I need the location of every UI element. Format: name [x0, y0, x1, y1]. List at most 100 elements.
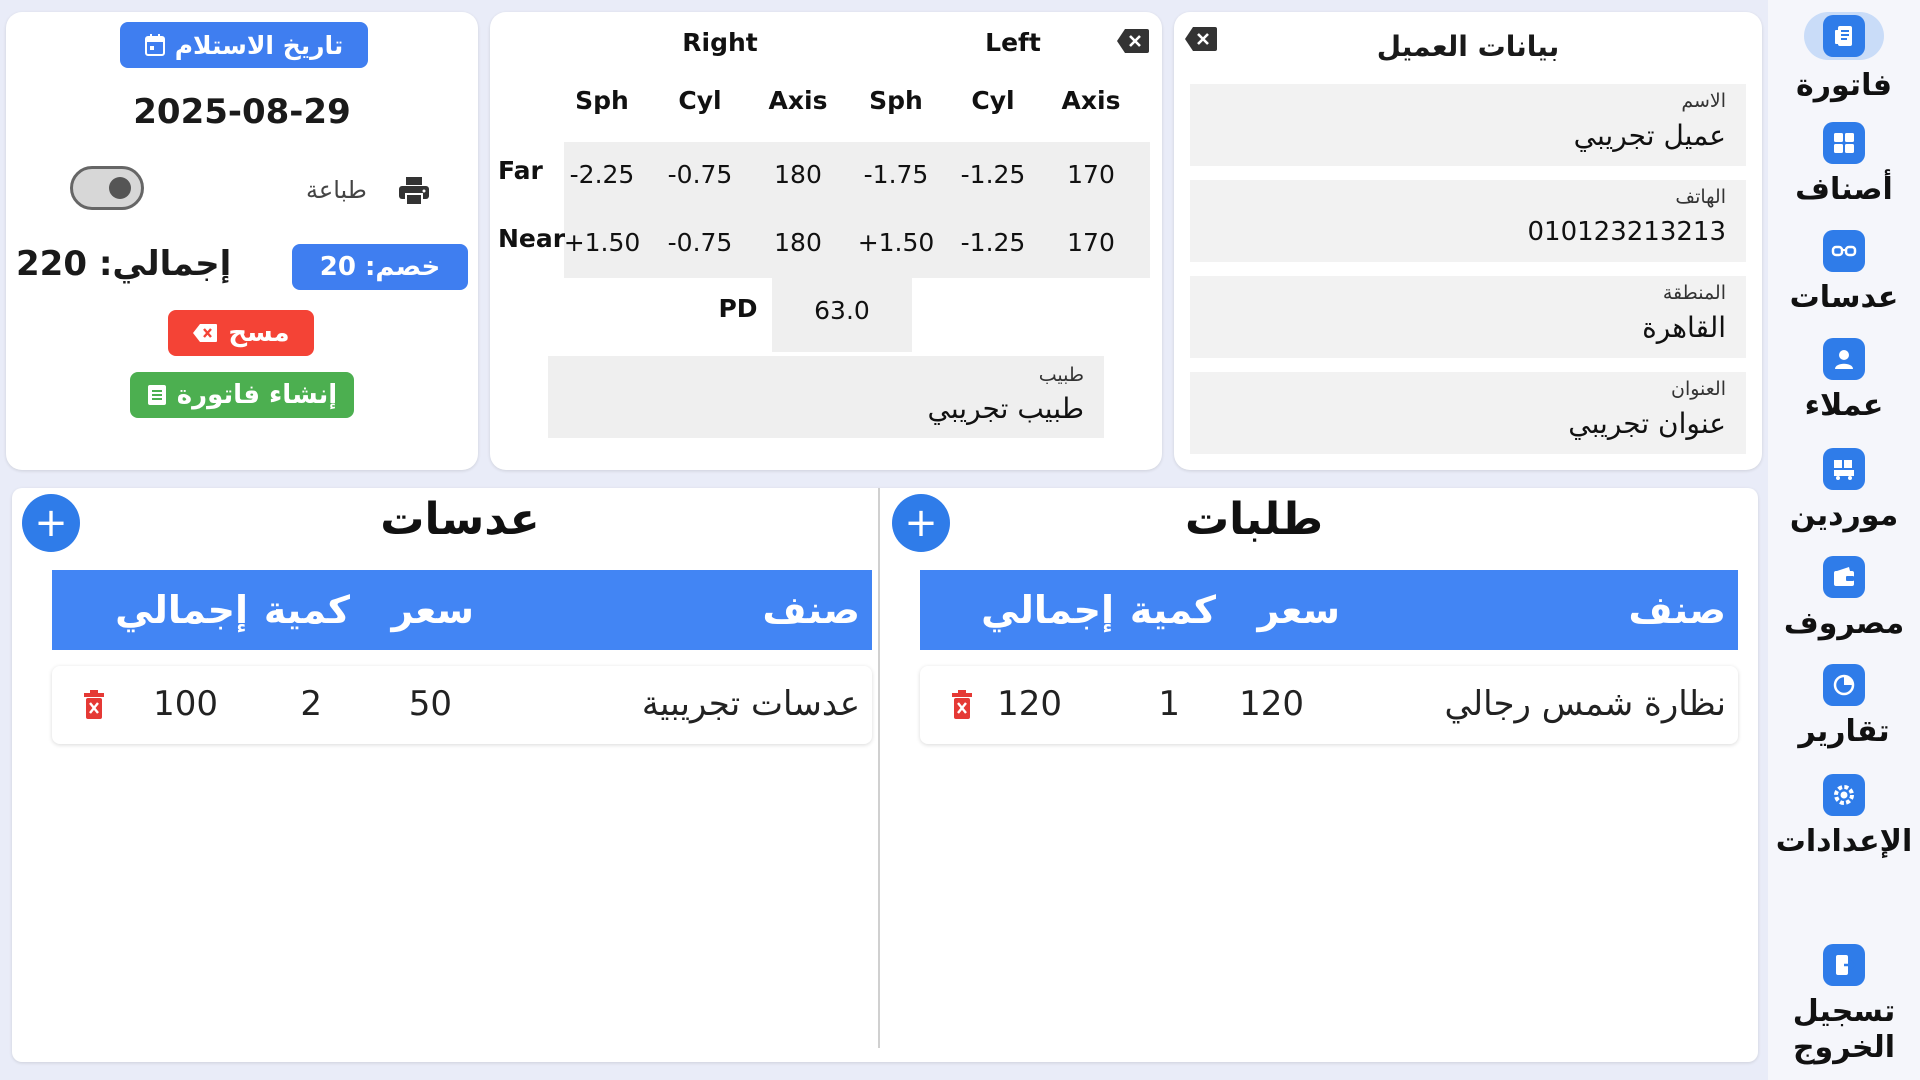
- far-cyl-left[interactable]: -1.25: [953, 160, 1033, 189]
- calendar-icon: [144, 34, 165, 56]
- field-value: عميل تجريبي: [1573, 119, 1726, 152]
- col-sph-right: Sph: [575, 86, 629, 115]
- glasses-icon: [1823, 230, 1865, 272]
- invoice-icon: [1823, 15, 1865, 57]
- order-qty: 1: [1158, 684, 1180, 724]
- clear-icon: [193, 324, 218, 342]
- near-cyl-right[interactable]: -0.75: [660, 228, 740, 257]
- col-axis-left: Axis: [1061, 86, 1121, 115]
- prescription-card: Right Left Sph Cyl Axis Sph Cyl Axis Far…: [490, 12, 1162, 470]
- sidebar-item-customers[interactable]: عملاء: [1768, 338, 1920, 424]
- lens-item: عدسات تجريبية: [641, 684, 860, 724]
- field-value: عنوان تجريبي: [1568, 407, 1726, 440]
- field-value: 010123213213: [1527, 217, 1726, 247]
- delete-icon[interactable]: [82, 690, 106, 720]
- sidebar-item-invoice[interactable]: فاتورة: [1768, 12, 1920, 104]
- create-invoice-label: إنشاء فاتورة: [176, 380, 338, 410]
- row-far-label: Far: [498, 156, 543, 185]
- clear-prescription-icon[interactable]: [1116, 28, 1150, 54]
- create-invoice-button[interactable]: إنشاء فاتورة: [130, 372, 354, 418]
- customer-card-title: بيانات العميل: [1376, 30, 1560, 63]
- header-qty: كمية: [1129, 588, 1216, 632]
- sidebar-item-lenses[interactable]: عدسات: [1768, 230, 1920, 316]
- left-eye-label: Left: [985, 28, 1041, 57]
- receive-date-value: 2025-08-29: [133, 92, 351, 132]
- pd-label: PD: [718, 294, 758, 323]
- total-amount: إجمالي: 220: [16, 244, 232, 284]
- sidebar-item-suppliers[interactable]: موردين: [1768, 448, 1920, 534]
- header-price: سعر: [391, 588, 474, 632]
- sidebar-item-reports[interactable]: تقارير: [1768, 664, 1920, 750]
- order-total: 120: [997, 684, 1062, 724]
- sidebar-item-settings[interactable]: الإعدادات: [1768, 774, 1920, 860]
- customer-phone-field[interactable]: الهاتف 010123213213: [1190, 180, 1746, 262]
- pie-chart-icon: [1823, 664, 1865, 706]
- sidebar-item-categories[interactable]: أصناف: [1768, 122, 1920, 208]
- print-toggle[interactable]: [70, 166, 144, 210]
- sidebar-item-label: أصناف: [1795, 172, 1893, 207]
- sidebar-item-label: تقارير: [1798, 714, 1890, 749]
- active-indicator: [1804, 12, 1884, 60]
- lens-price: 50: [408, 684, 452, 724]
- order-price: 120: [1239, 684, 1304, 724]
- discount-button[interactable]: خصم: 20: [292, 244, 468, 290]
- near-cyl-left[interactable]: -1.25: [953, 228, 1033, 257]
- printer-icon: [399, 177, 429, 206]
- table-row[interactable]: عدسات تجريبية 50 2 100: [52, 666, 872, 744]
- pd-value: 63.0: [814, 296, 870, 325]
- user-icon: [1823, 338, 1865, 380]
- logout-button[interactable]: تسجيل الخروج: [1768, 944, 1920, 1066]
- items-panel: طلبات + صنف سعر كمية إجمالي نظارة شمس رج…: [12, 488, 1758, 1062]
- receive-date-button[interactable]: تاريخ الاستلام: [120, 22, 368, 68]
- customer-info-card: بيانات العميل الاسم عميل تجريبي الهاتف 0…: [1174, 12, 1762, 470]
- wallet-icon: [1823, 556, 1865, 598]
- far-axis-left[interactable]: 170: [1051, 160, 1131, 189]
- lenses-title: عدسات: [380, 494, 540, 545]
- grid-icon: [1823, 122, 1865, 164]
- customer-name-field[interactable]: الاسم عميل تجريبي: [1190, 84, 1746, 166]
- invoice-summary-card: تاريخ الاستلام 2025-08-29 طباعة إجمالي: …: [6, 12, 478, 470]
- plus-icon: +: [904, 500, 938, 546]
- orders-title: طلبات: [1184, 494, 1324, 545]
- doctor-field[interactable]: طبيب طبيب تجريبي: [548, 356, 1104, 438]
- logout-label-line1: تسجيل: [1792, 994, 1896, 1029]
- far-cyl-right[interactable]: -0.75: [660, 160, 740, 189]
- field-label: العنوان: [1670, 378, 1726, 400]
- customer-address-field[interactable]: العنوان عنوان تجريبي: [1190, 372, 1746, 454]
- plus-icon: +: [34, 500, 68, 546]
- near-axis-right[interactable]: 180: [758, 228, 838, 257]
- sidebar-item-label: عملاء: [1804, 388, 1884, 423]
- row-near-label: Near: [498, 224, 566, 253]
- header-item: صنف: [762, 588, 861, 632]
- near-axis-left[interactable]: 170: [1051, 228, 1131, 257]
- doctor-value: طبيب تجريبي: [927, 392, 1084, 425]
- far-sph-left[interactable]: -1.75: [856, 160, 936, 189]
- header-total: إجمالي: [115, 588, 248, 632]
- sidebar-item-label: الإعدادات: [1775, 824, 1913, 859]
- near-sph-right[interactable]: +1.50: [562, 228, 642, 257]
- sidebar-item-expenses[interactable]: مصروف: [1768, 556, 1920, 642]
- clear-label: مسح: [228, 318, 290, 348]
- sidebar: فاتورة أصناف عدسات عملاء موردين مصروف تق…: [1768, 0, 1920, 1080]
- customer-area-field[interactable]: المنطقة القاهرة: [1190, 276, 1746, 358]
- lens-total: 100: [153, 684, 218, 724]
- clear-customer-icon[interactable]: [1184, 26, 1218, 52]
- delete-icon[interactable]: [950, 690, 974, 720]
- field-label: المنطقة: [1662, 282, 1726, 304]
- col-cyl-left: Cyl: [971, 86, 1015, 115]
- far-sph-right[interactable]: -2.25: [562, 160, 642, 189]
- supplier-icon: [1823, 448, 1865, 490]
- order-item: نظارة شمس رجالي: [1444, 684, 1726, 724]
- add-lens-button[interactable]: +: [22, 494, 80, 552]
- receive-date-label: تاريخ الاستلام: [174, 30, 344, 60]
- near-sph-left[interactable]: +1.50: [856, 228, 936, 257]
- print-toggle-knob: [109, 177, 131, 199]
- lenses-table-header: صنف سعر كمية إجمالي: [52, 570, 872, 650]
- gear-icon: [1823, 774, 1865, 816]
- add-order-button[interactable]: +: [892, 494, 950, 552]
- table-row[interactable]: نظارة شمس رجالي 120 1 120: [920, 666, 1738, 744]
- clear-button[interactable]: مسح: [168, 310, 314, 356]
- far-axis-right[interactable]: 180: [758, 160, 838, 189]
- right-eye-label: Right: [682, 28, 758, 57]
- sidebar-item-label: عدسات: [1789, 280, 1899, 315]
